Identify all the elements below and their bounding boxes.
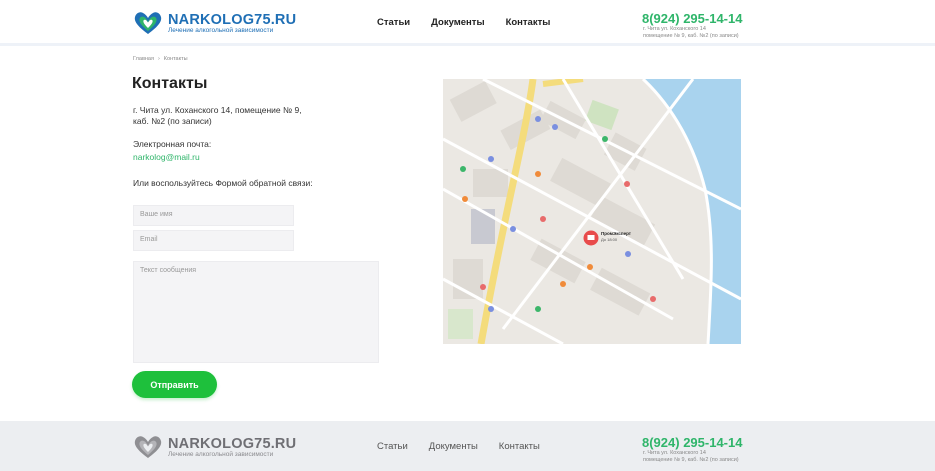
email-label: Электронная почта:: [133, 139, 212, 149]
main-nav: Статьи Документы Контакты: [377, 17, 550, 28]
footer-logo-title: NARKOLOG75.RU: [168, 436, 297, 452]
form-hint: Или воспользуйтесь Формой обратной связи…: [133, 178, 313, 188]
email-input[interactable]: Email: [133, 230, 294, 251]
header-address-line2: помещение № 9, каб. №2 (по записи): [643, 32, 739, 39]
map-marker-subtitle: До 18:00: [601, 237, 618, 242]
breadcrumb: Главная › Контакты: [133, 56, 188, 62]
footer-nav-contacts[interactable]: Контакты: [499, 441, 540, 452]
footer-phone[interactable]: 8(924) 295-14-14: [642, 435, 742, 450]
breadcrumb-separator: ›: [157, 56, 160, 62]
header-address: г. Чита ул. Коханского 14 помещение № 9,…: [643, 26, 753, 39]
nav-link-articles[interactable]: Статьи: [377, 17, 410, 28]
footer-logo-subtitle: Лечение алкогольной зависимости: [168, 451, 274, 458]
breadcrumb-current: Контакты: [163, 56, 188, 62]
name-input[interactable]: Ваше имя: [133, 205, 294, 226]
page-title: Контакты: [132, 75, 208, 92]
header-phone[interactable]: 8(924) 295-14-14: [642, 11, 742, 26]
message-textarea[interactable]: Текст сообщения: [133, 261, 379, 363]
footer-address: г. Чита ул. Коханского 14 помещение № 9,…: [643, 450, 753, 463]
footer-nav-articles[interactable]: Статьи: [377, 441, 408, 452]
footer-logo[interactable]: NARKOLOG75.RU Лечение алкогольной зависи…: [133, 434, 296, 462]
site-header: NARKOLOG75.RU Лечение алкогольной зависи…: [0, 0, 935, 46]
nav-link-documents[interactable]: Документы: [431, 17, 484, 28]
footer-logo-heart-icon: [134, 436, 162, 458]
map-canvas: [443, 79, 741, 344]
logo-subtitle: Лечение алкогольной зависимости: [168, 27, 274, 34]
nav-link-contacts[interactable]: Контакты: [506, 17, 551, 28]
contact-address: г. Чита ул. Коханского 14, помещение № 9…: [133, 105, 302, 126]
footer-nav: Статьи Документы Контакты: [377, 441, 540, 452]
footer-address-line2: помещение № 9, каб. №2 (по записи): [643, 456, 739, 463]
footer-nav-documents[interactable]: Документы: [429, 441, 478, 452]
submit-button[interactable]: Отправить: [132, 371, 217, 398]
logo-title: NARKOLOG75.RU: [168, 12, 297, 28]
email-link[interactable]: narkolog@mail.ru: [133, 152, 200, 162]
location-map[interactable]: ПромЭксперт До 18:00: [443, 79, 741, 344]
logo[interactable]: NARKOLOG75.RU Лечение алкогольной зависи…: [133, 10, 296, 38]
logo-heart-icon: [134, 12, 162, 35]
map-marker-title: ПромЭксперт: [601, 231, 632, 236]
breadcrumb-home[interactable]: Главная: [133, 56, 154, 62]
